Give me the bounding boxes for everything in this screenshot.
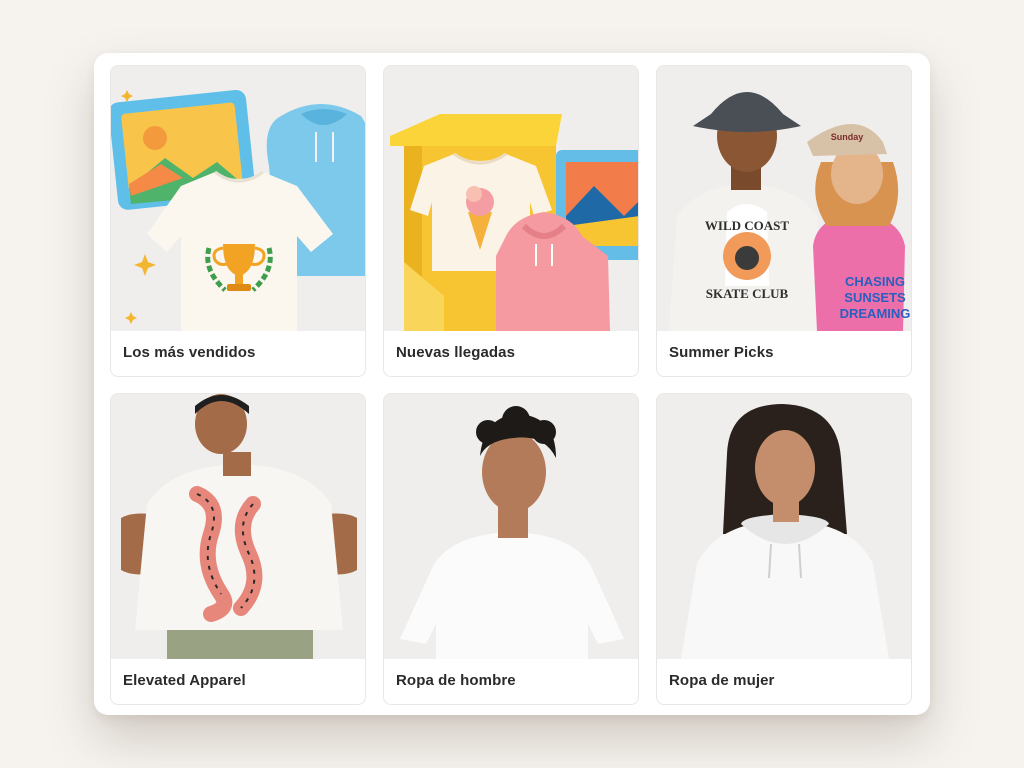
category-label: Summer Picks (669, 344, 774, 361)
category-card-elevated-apparel[interactable]: Elevated Apparel (110, 393, 366, 705)
category-label: Ropa de mujer (669, 672, 775, 689)
svg-text:CHASING: CHASING (845, 274, 905, 289)
svg-text:Sunday: Sunday (831, 132, 864, 142)
category-image (111, 66, 365, 331)
category-image (657, 394, 911, 659)
category-image (384, 394, 638, 659)
summer-models-photo: WILD COAST SKATE CLUB Sunday CHASING SUN… (657, 66, 911, 331)
womens-hoodie-photo (657, 394, 911, 659)
svg-text:WILD COAST: WILD COAST (705, 218, 789, 233)
mens-white-tee-photo (384, 394, 638, 659)
category-image: WILD COAST SKATE CLUB Sunday CHASING SUN… (657, 66, 911, 331)
svg-text:SKATE CLUB: SKATE CLUB (706, 286, 789, 301)
new-arrivals-illustration (384, 66, 638, 331)
svg-text:DREAMING: DREAMING (840, 306, 911, 321)
category-card-womens[interactable]: Ropa de mujer (656, 393, 912, 705)
trophy-tshirt-illustration (111, 66, 365, 331)
category-label: Ropa de hombre (396, 672, 516, 689)
category-grid-panel: Los más vendidos Nuevas llegadas WILD CO… (94, 53, 930, 715)
category-label: Nuevas llegadas (396, 344, 516, 361)
category-label: Elevated Apparel (123, 672, 246, 689)
svg-text:SUNSETS: SUNSETS (844, 290, 906, 305)
category-image (111, 394, 365, 659)
category-card-best-sellers[interactable]: Los más vendidos (110, 65, 366, 377)
tiger-tee-model-photo (111, 394, 365, 659)
category-image (384, 66, 638, 331)
category-card-mens[interactable]: Ropa de hombre (383, 393, 639, 705)
category-card-summer-picks[interactable]: WILD COAST SKATE CLUB Sunday CHASING SUN… (656, 65, 912, 377)
category-label: Los más vendidos (123, 344, 256, 361)
category-card-new-arrivals[interactable]: Nuevas llegadas (383, 65, 639, 377)
